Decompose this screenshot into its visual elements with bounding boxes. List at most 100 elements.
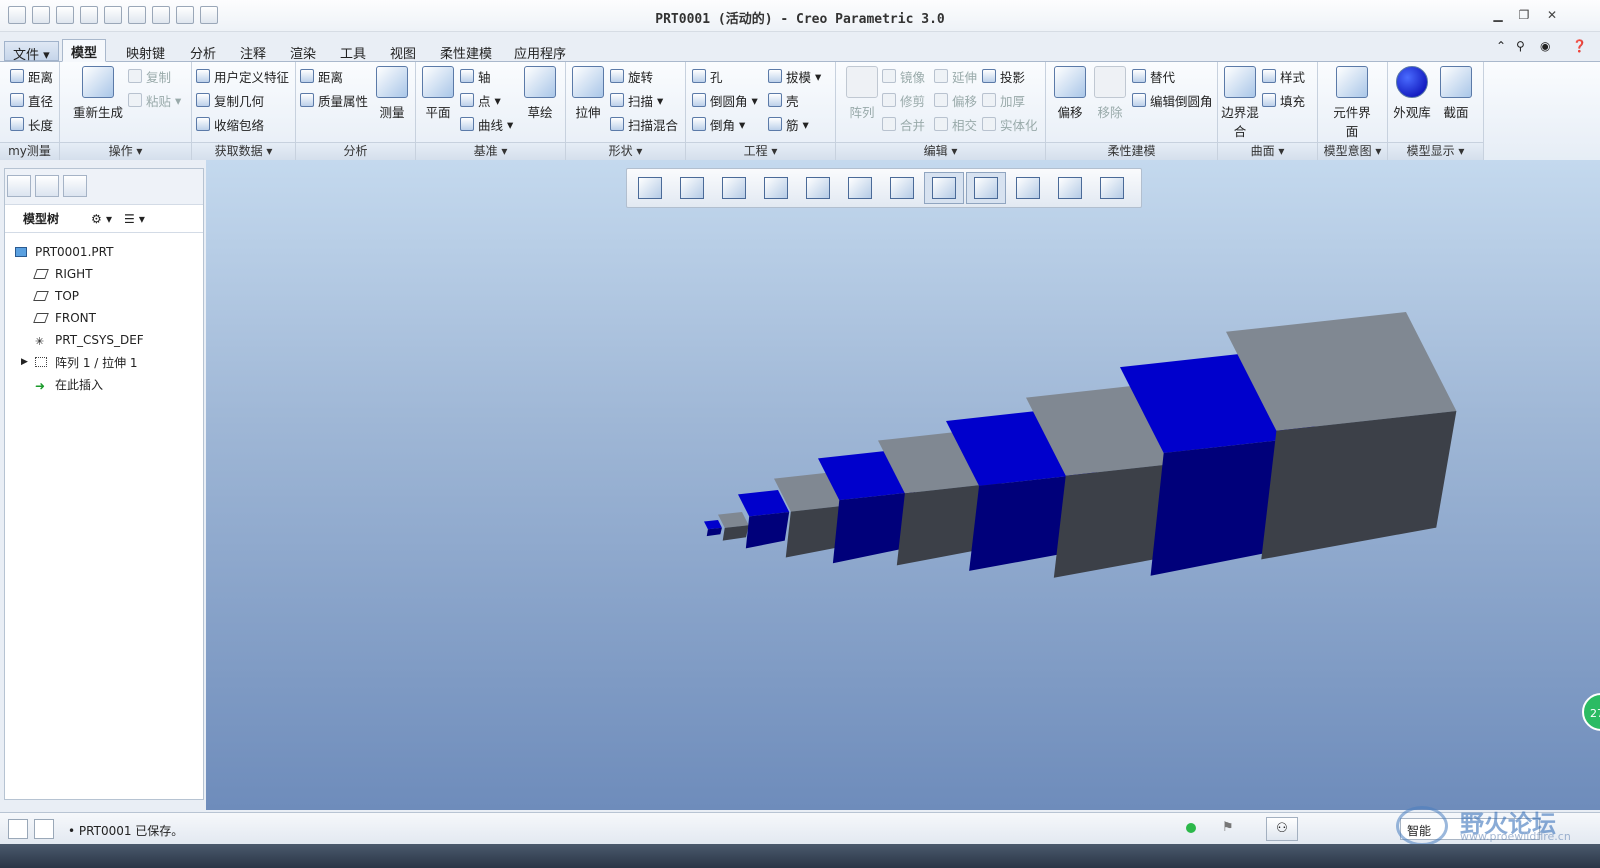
group-label[interactable]: 工程 ▾ — [686, 142, 835, 160]
measure-diameter-button[interactable]: 直径 — [10, 90, 53, 110]
expand-arrow-icon[interactable]: ▶ — [21, 357, 35, 367]
swept-blend-button[interactable]: 扫描混合 — [610, 114, 678, 134]
browser-toggle-icon[interactable] — [34, 819, 54, 839]
rib-button[interactable]: 筋 ▾ — [768, 114, 809, 134]
tab-flexible-modeling[interactable]: 柔性建模 — [432, 41, 500, 62]
solidify-button[interactable]: 实体化 — [982, 114, 1038, 134]
tree-item-pattern[interactable]: ▶ 阵列 1 / 拉伸 1 — [5, 351, 203, 373]
tree-item-front[interactable]: FRONT — [5, 307, 203, 329]
navigator-toggle-icon[interactable] — [8, 819, 28, 839]
curve-button[interactable]: 曲线 ▾ — [460, 114, 513, 134]
measure-length-button[interactable]: 长度 — [10, 114, 53, 134]
copy-button[interactable]: 复制 — [128, 66, 171, 86]
tree-item-insert-here[interactable]: ➜ 在此插入 — [5, 373, 203, 395]
copy-geometry-button[interactable]: 复制几何 — [196, 90, 264, 110]
group-label[interactable]: 基准 ▾ — [416, 142, 565, 160]
tree-item-right[interactable]: RIGHT — [5, 263, 203, 285]
boundary-blend-button[interactable]: 边界混合 — [1218, 66, 1262, 140]
group-label[interactable]: 模型意图 ▾ — [1318, 142, 1387, 160]
close-icon[interactable]: ✕ — [1544, 8, 1560, 22]
extrude-button[interactable]: 拉伸 — [566, 66, 610, 121]
restore-icon[interactable]: ❐ — [1516, 8, 1532, 22]
hole-button[interactable]: 孔 — [692, 66, 723, 86]
thicken-button[interactable]: 加厚 — [982, 90, 1025, 110]
group-label[interactable]: 编辑 ▾ — [836, 142, 1045, 160]
group-label[interactable]: 操作 ▾ — [60, 142, 191, 160]
offset-icon — [934, 93, 948, 107]
section-button[interactable]: 截面 — [1434, 66, 1478, 121]
datum-plane-icon — [33, 269, 49, 279]
measure-distance-button[interactable]: 距离 — [10, 66, 53, 86]
os-taskbar — [0, 844, 1600, 868]
component-interface-button[interactable]: 元件界面 — [1330, 66, 1374, 140]
offset-button[interactable]: 偏移 — [934, 90, 977, 110]
group-label[interactable]: 曲面 ▾ — [1218, 142, 1317, 160]
round-button[interactable]: 倒圆角 ▾ — [692, 90, 758, 110]
chamfer-button[interactable]: 倒角 ▾ — [692, 114, 745, 134]
model-tree-tab-icon[interactable] — [7, 175, 31, 197]
graphics-viewport[interactable] — [206, 160, 1600, 810]
tab-annotate[interactable]: 注释 — [232, 41, 274, 62]
group-label[interactable]: 模型显示 ▾ — [1388, 142, 1483, 160]
point-button[interactable]: 点 ▾ — [460, 90, 501, 110]
group-label[interactable]: 形状 ▾ — [566, 142, 685, 160]
plane-button[interactable]: 平面 — [416, 66, 460, 121]
sketch-button[interactable]: 草绘 — [518, 66, 562, 121]
paste-button[interactable]: 粘贴 ▾ — [128, 90, 181, 110]
group-label[interactable]: 获取数据 ▾ — [192, 142, 295, 160]
appearance-gallery-button[interactable]: 外观库 — [1390, 66, 1434, 121]
tab-view[interactable]: 视图 — [382, 41, 424, 62]
tab-model[interactable]: 模型 — [62, 39, 107, 62]
pattern-button[interactable]: 阵列 — [840, 66, 884, 121]
shell-button[interactable]: 壳 — [768, 90, 799, 110]
fill-button[interactable]: 填充 — [1262, 90, 1305, 110]
tree-item-top[interactable]: TOP — [5, 285, 203, 307]
flex-remove-button[interactable]: 移除 — [1088, 66, 1132, 121]
tab-applications[interactable]: 应用程序 — [506, 41, 574, 62]
regenerate-button[interactable]: 重新生成 — [68, 66, 128, 121]
remove-icon — [1094, 66, 1126, 98]
draft-button[interactable]: 拔模 ▾ — [768, 66, 821, 86]
tab-mapkeys[interactable]: 映射键 — [118, 41, 173, 62]
stepped-block-model — [704, 312, 1457, 578]
shrinkwrap-button[interactable]: 收缩包络 — [196, 114, 264, 134]
tab-tools[interactable]: 工具 — [332, 41, 374, 62]
udf-button[interactable]: 用户定义特征 — [196, 66, 289, 86]
help-icon[interactable]: ❓ — [1572, 39, 1588, 55]
intersect-button[interactable]: 相交 — [934, 114, 977, 134]
search-icon[interactable]: ⚲ — [1516, 39, 1532, 55]
show-icon[interactable]: ☰ ▾ — [124, 212, 145, 226]
revolve-button[interactable]: 旋转 — [610, 66, 653, 86]
tree-item-csys[interactable]: ✳ PRT_CSYS_DEF — [5, 329, 203, 351]
sweep-button[interactable]: 扫描 ▾ — [610, 90, 663, 110]
community-icon[interactable]: ◉ — [1540, 39, 1556, 55]
measure-button[interactable]: 测量 — [370, 66, 414, 121]
analysis-distance-button[interactable]: 距离 — [300, 66, 343, 86]
edit-round-icon — [1132, 93, 1146, 107]
style-button[interactable]: 样式 — [1262, 66, 1305, 86]
trim-button[interactable]: 修剪 — [882, 90, 925, 110]
axis-button[interactable]: 轴 — [460, 66, 491, 86]
mirror-button[interactable]: 镜像 — [882, 66, 925, 86]
tab-render[interactable]: 渲染 — [282, 41, 324, 62]
style-icon — [1262, 69, 1276, 83]
tree-item-part[interactable]: PRT0001.PRT — [5, 241, 203, 263]
mass-properties-button[interactable]: 质量属性 — [300, 90, 368, 110]
folder-browser-tab-icon[interactable] — [35, 175, 59, 197]
swept-blend-icon — [610, 117, 624, 131]
extend-button[interactable]: 延伸 — [934, 66, 977, 86]
flex-offset-button[interactable]: 偏移 — [1048, 66, 1092, 121]
edit-round-button[interactable]: 编辑倒圆角 — [1132, 90, 1213, 110]
tab-file[interactable]: 文件 ▾ — [4, 41, 59, 63]
merge-button[interactable]: 合并 — [882, 114, 925, 134]
collapse-ribbon-icon[interactable]: ⌃ — [1496, 39, 1512, 55]
flag-icon[interactable]: ⚑ — [1222, 820, 1234, 835]
favorites-tab-icon[interactable] — [63, 175, 87, 197]
model-tree-title: 模型树 — [23, 212, 60, 226]
tab-analysis[interactable]: 分析 — [182, 41, 224, 62]
project-button[interactable]: 投影 — [982, 66, 1025, 86]
substitute-button[interactable]: 替代 — [1132, 66, 1175, 86]
minimize-icon[interactable]: ▁ — [1490, 8, 1506, 22]
settings-icon[interactable]: ⚙ ▾ — [91, 212, 112, 226]
find-binoculars-icon[interactable]: ⚇ — [1266, 817, 1298, 841]
